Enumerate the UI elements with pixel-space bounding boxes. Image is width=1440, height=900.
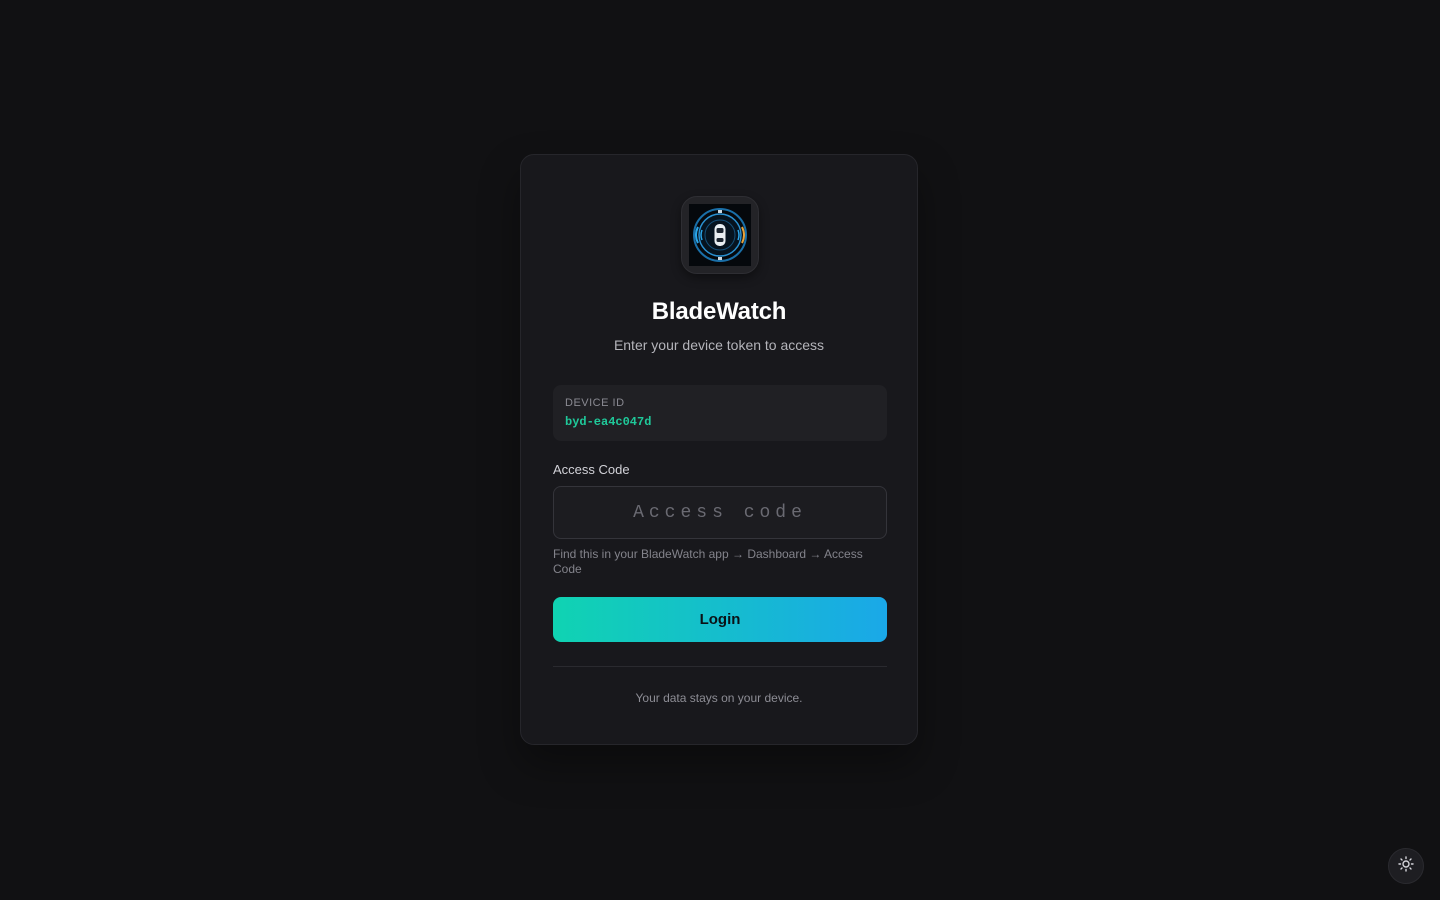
sun-icon (1398, 855, 1414, 877)
login-card: BladeWatch Enter your device token to ac… (520, 154, 918, 745)
car-radar-icon (689, 204, 751, 266)
app-logo (681, 196, 759, 274)
access-code-input[interactable] (553, 486, 887, 539)
access-code-label: Access Code (553, 462, 630, 477)
device-id-value: byd-ea4c047d (565, 415, 652, 429)
theme-toggle-button[interactable] (1388, 848, 1424, 884)
device-id-label: DEVICE ID (565, 397, 625, 409)
device-id-panel: DEVICE ID byd-ea4c047d (553, 385, 887, 441)
app-title: BladeWatch (651, 298, 787, 325)
login-button[interactable]: Login (553, 597, 887, 642)
access-code-hint: Find this in your BladeWatch app → Dashb… (553, 547, 863, 576)
app-subtitle: Enter your device token to access (613, 337, 825, 353)
login-page: BladeWatch Enter your device token to ac… (0, 0, 1440, 900)
divider (553, 666, 887, 667)
privacy-note: Your data stays on your device. (635, 691, 803, 705)
